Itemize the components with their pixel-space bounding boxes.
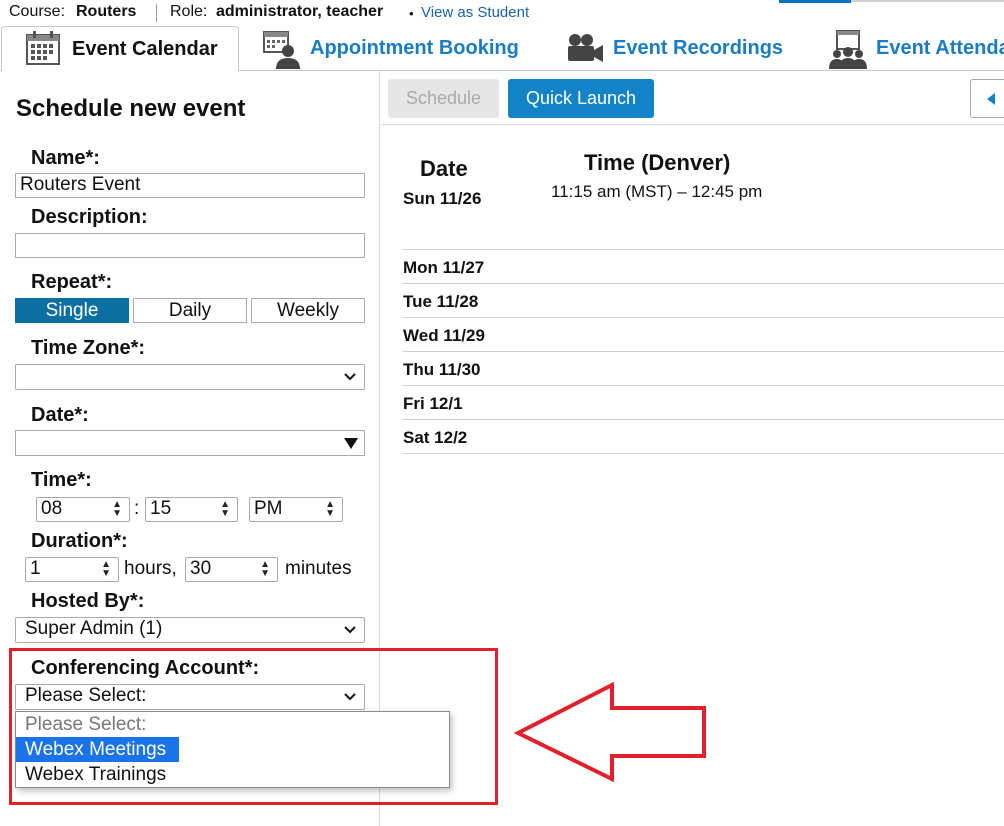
repeat-daily-button[interactable]: Daily — [133, 298, 247, 323]
stepper-arrows-icon: ▲ ▼ — [101, 559, 111, 579]
video-camera-icon — [565, 29, 605, 69]
hosted-by-value: Super Admin (1) — [25, 618, 163, 639]
table-row: Thu 11/30 — [403, 351, 1004, 385]
time-hour-stepper[interactable]: 08 ▲ ▼ — [36, 497, 130, 522]
table-row: Fri 12/1 — [403, 385, 1004, 419]
repeat-label: Repeat*: — [31, 271, 113, 293]
duration-label: Duration*: — [31, 530, 128, 552]
form-title: Schedule new event — [16, 95, 246, 122]
time-minute-value: 15 — [150, 498, 172, 519]
divider — [156, 4, 157, 22]
tab-event-calendar[interactable]: Event Calendar — [1, 26, 239, 72]
role-label: Role: — [170, 3, 208, 20]
first-time-range: 11:15 am (MST) – 12:45 pm — [551, 182, 763, 201]
chevron-down-icon — [344, 373, 356, 381]
triangle-down-icon — [344, 438, 358, 449]
date-picker[interactable] — [15, 430, 365, 456]
calendar-icon — [24, 29, 64, 69]
duration-hours-stepper[interactable]: 1 ▲ ▼ — [25, 557, 119, 582]
name-label: Name*: — [31, 147, 100, 169]
time-ampm-select[interactable]: PM ▲ ▼ — [249, 497, 343, 522]
conferencing-account-label: Conferencing Account*: — [31, 657, 260, 679]
person-calendar-icon — [262, 29, 302, 69]
main-tabs: Event Calendar Appointment Booking Event… — [0, 26, 1004, 72]
time-hour-value: 08 — [41, 498, 63, 519]
date-label: Date*: — [31, 404, 89, 426]
tab-appointment-booking[interactable]: Appointment Booking — [262, 26, 519, 71]
course-label: Course: — [9, 3, 66, 20]
stepper-arrows-icon: ▲ ▼ — [112, 499, 122, 519]
tab-label: Event Recordings — [613, 37, 784, 59]
table-row: Wed 11/29 — [403, 317, 1004, 351]
time-minute-stepper[interactable]: 15 ▲ ▼ — [145, 497, 238, 522]
chevron-down-icon — [344, 693, 356, 701]
row-date: Fri 12/1 — [403, 394, 463, 413]
schedule-button[interactable]: Schedule — [388, 79, 499, 118]
row-date: Tue 11/28 — [403, 292, 479, 311]
table-row: Mon 11/27 — [403, 249, 1004, 283]
attendees-icon — [828, 29, 868, 69]
chevron-left-icon — [987, 93, 995, 105]
row-date: Mon 11/27 — [403, 258, 485, 277]
row-date: Thu 11/30 — [403, 360, 481, 379]
timezone-select[interactable] — [15, 364, 365, 390]
role-value: administrator, teacher — [216, 3, 384, 20]
accent-strip — [779, 0, 851, 3]
repeat-weekly-button[interactable]: Weekly — [251, 298, 365, 323]
quick-launch-button[interactable]: Quick Launch — [508, 79, 654, 118]
bullet-separator: • — [409, 6, 414, 21]
repeat-single-button[interactable]: Single — [15, 298, 129, 323]
hosted-by-select[interactable]: Super Admin (1) — [15, 617, 365, 643]
tab-label: Event Calendar — [72, 37, 218, 60]
name-input[interactable]: Routers Event — [15, 173, 365, 198]
table-bottom-border — [403, 453, 1004, 454]
duration-minutes-value: 30 — [190, 558, 212, 579]
conferencing-account-select[interactable]: Please Select: — [15, 684, 365, 710]
time-column-header: Time (Denver) — [584, 150, 731, 175]
stepper-arrows-icon: ▲ ▼ — [260, 559, 270, 579]
tab-event-recordings[interactable]: Event Recordings — [565, 26, 783, 71]
pointing-arrow-icon — [514, 682, 706, 782]
description-label: Description: — [31, 206, 148, 228]
conferencing-account-value: Please Select: — [25, 685, 147, 706]
stepper-arrows-icon: ▲ ▼ — [220, 499, 230, 519]
time-ampm-value: PM — [254, 498, 283, 519]
option-please-select[interactable]: Please Select: — [16, 712, 449, 737]
stepper-arrows-icon: ▲ ▼ — [325, 499, 335, 519]
date-column-header: Date — [420, 156, 468, 181]
view-as-student-link[interactable]: View as Student — [421, 4, 529, 21]
timezone-label: Time Zone*: — [31, 337, 146, 359]
first-date: Sun 11/26 — [403, 189, 482, 208]
duration-hours-value: 1 — [30, 558, 41, 579]
tab-label: Appointment Booking — [310, 37, 519, 59]
row-date: Sat 12/2 — [403, 428, 468, 447]
conferencing-account-dropdown-list: Please Select: Webex Meetings Webex Trai… — [15, 711, 450, 788]
tab-event-attendance[interactable]: Event Attenda — [828, 26, 1004, 71]
option-webex-trainings[interactable]: Webex Trainings — [16, 762, 449, 787]
option-webex-meetings[interactable]: Webex Meetings — [16, 737, 179, 762]
tab-label: Event Attenda — [876, 37, 1004, 59]
hosted-by-label: Hosted By*: — [31, 590, 145, 612]
chevron-down-icon — [344, 626, 356, 634]
table-row: Tue 11/28 — [403, 283, 1004, 317]
table-row: Sat 12/2 — [403, 419, 1004, 453]
description-input[interactable] — [15, 233, 365, 258]
previous-button[interactable] — [970, 79, 1004, 118]
minutes-text: minutes — [285, 558, 352, 579]
duration-minutes-stepper[interactable]: 30 ▲ ▼ — [185, 557, 278, 582]
time-label: Time*: — [31, 469, 92, 491]
time-separator: : — [134, 498, 140, 519]
grey-strip — [851, 0, 1004, 2]
course-info-bar: Course: Routers Role: administrator, tea… — [0, 0, 1004, 26]
row-date: Wed 11/29 — [403, 326, 485, 345]
course-name: Routers — [76, 3, 137, 20]
toolbar: Schedule Quick Launch — [381, 71, 1004, 125]
hours-text: hours, — [124, 558, 177, 579]
